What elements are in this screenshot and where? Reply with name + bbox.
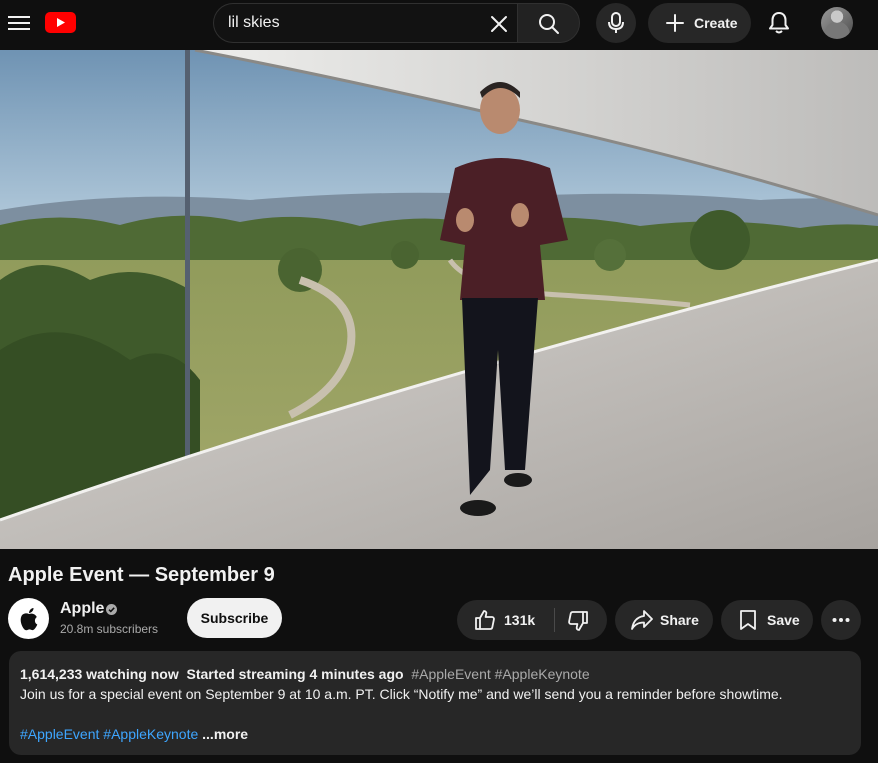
clear-search-button[interactable] xyxy=(486,11,512,37)
like-count: 131k xyxy=(504,612,536,628)
more-dots-icon xyxy=(832,618,850,622)
apple-logo-icon xyxy=(20,608,38,631)
hashtag-link[interactable]: #AppleKeynote xyxy=(103,726,198,742)
hashtag-link[interactable]: #AppleEvent xyxy=(20,726,99,742)
channel-name[interactable]: Apple xyxy=(60,600,104,618)
video-player[interactable] xyxy=(0,50,878,549)
video-title: Apple Event — September 9 xyxy=(8,564,275,586)
verified-icon xyxy=(106,604,117,615)
youtube-logo-icon[interactable] xyxy=(45,12,76,33)
save-button[interactable]: Save xyxy=(721,600,813,640)
search-button[interactable] xyxy=(517,3,580,43)
thumbs-down-icon xyxy=(568,611,588,631)
share-button[interactable]: Share xyxy=(615,600,713,640)
video-frame xyxy=(0,50,878,549)
top-bar: Create xyxy=(0,0,878,50)
search-input[interactable] xyxy=(228,4,478,42)
account-avatar[interactable] xyxy=(821,7,853,39)
channel-avatar[interactable] xyxy=(8,598,49,639)
search-box xyxy=(213,3,517,43)
voice-search-button[interactable] xyxy=(596,3,636,43)
save-label: Save xyxy=(767,612,800,628)
microphone-icon xyxy=(608,12,624,33)
thumbs-up-icon xyxy=(475,610,495,630)
menu-icon xyxy=(8,16,30,18)
like-button[interactable]: 131k xyxy=(457,600,553,640)
viewer-count: 1,614,233 watching now xyxy=(20,666,179,682)
subscriber-count: 20.8m subscribers xyxy=(60,622,159,636)
search-icon xyxy=(539,14,559,34)
description-text: Join us for a special event on September… xyxy=(20,686,783,702)
like-dislike-group: 131k xyxy=(457,600,607,640)
header-hashtags: #AppleEvent #AppleKeynote xyxy=(411,666,590,682)
description-meta: 1,614,233 watching now Started streaming… xyxy=(20,666,590,682)
stream-start: Started streaming 4 minutes ago xyxy=(186,666,404,682)
menu-button[interactable] xyxy=(6,9,34,37)
more-actions-button[interactable] xyxy=(821,600,861,640)
plus-icon xyxy=(666,14,684,32)
description-more-link[interactable]: ...more xyxy=(202,726,248,742)
create-button[interactable]: Create xyxy=(648,3,751,43)
subscribe-button[interactable]: Subscribe xyxy=(187,598,282,638)
bell-icon xyxy=(769,12,789,34)
share-label: Share xyxy=(660,612,699,628)
clear-icon xyxy=(491,16,507,32)
create-label: Create xyxy=(694,15,738,31)
description-box[interactable]: 1,614,233 watching now Started streaming… xyxy=(9,651,861,755)
bookmark-icon xyxy=(740,610,756,630)
share-arrow-icon xyxy=(631,610,653,630)
notifications-button[interactable] xyxy=(762,6,796,40)
dislike-button[interactable] xyxy=(555,600,607,640)
description-hashtags: #AppleEvent #AppleKeynote ...more xyxy=(20,726,248,742)
